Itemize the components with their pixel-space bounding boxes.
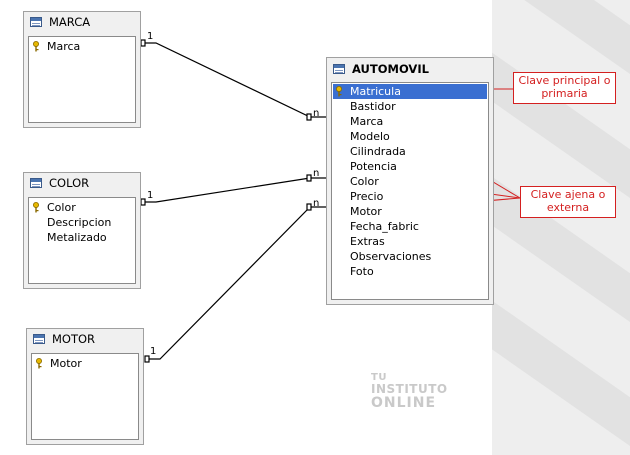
cardinality-motor: 1 — [150, 346, 157, 357]
table-marca-header[interactable]: MARCA — [24, 12, 140, 32]
field-marca-fk[interactable]: Marca — [350, 114, 383, 129]
key-icon — [33, 202, 39, 213]
table-motor-title: MOTOR — [52, 332, 96, 346]
table-automovil-header[interactable]: AUTOMOVIL — [327, 58, 493, 80]
key-icon — [33, 41, 39, 52]
field-foto[interactable]: Foto — [350, 264, 374, 279]
key-icon — [36, 358, 42, 369]
table-automovil-title: AUTOMOVIL — [352, 62, 429, 76]
table-color-title: COLOR — [49, 176, 90, 190]
field-bastidor[interactable]: Bastidor — [350, 99, 396, 114]
table-motor[interactable]: MOTOR Motor — [26, 328, 144, 445]
table-motor-fields[interactable]: Motor — [31, 353, 139, 440]
field-observaciones[interactable]: Observaciones — [350, 249, 431, 264]
table-motor-header[interactable]: MOTOR — [27, 329, 143, 349]
table-marca-fields[interactable]: Marca — [28, 36, 136, 123]
table-color-header[interactable]: COLOR — [24, 173, 140, 193]
table-automovil[interactable]: AUTOMOVIL Matricula Bastidor Marca Model… — [326, 57, 494, 305]
field-descripcion[interactable]: Descripcion — [47, 215, 111, 230]
cardinality-automovil-motor: n — [313, 198, 320, 209]
field-metalizado[interactable]: Metalizado — [47, 230, 107, 245]
field-fecha-fabric[interactable]: Fecha_fabric — [350, 219, 419, 234]
background-panel — [492, 0, 630, 455]
annotation-primary-key: Clave principal o primaria — [513, 72, 616, 104]
table-icon — [33, 334, 45, 344]
field-matricula[interactable]: Matricula — [334, 84, 401, 99]
field-motor-fk[interactable]: Motor — [350, 204, 382, 219]
field-color[interactable]: Color — [31, 200, 76, 215]
table-marca[interactable]: MARCA Marca — [23, 11, 141, 128]
table-icon — [30, 17, 42, 27]
cardinality-automovil-marca: n — [313, 108, 320, 119]
field-color-fk[interactable]: Color — [350, 174, 379, 189]
table-icon — [30, 178, 42, 188]
watermark-logo: TU INSTITUTO ONLINE — [371, 372, 448, 411]
field-extras[interactable]: Extras — [350, 234, 385, 249]
annotation-foreign-key: Clave ajena o externa — [520, 186, 616, 218]
table-automovil-fields[interactable]: Matricula Bastidor Marca Modelo Cilindra… — [331, 82, 489, 300]
field-modelo[interactable]: Modelo — [350, 129, 390, 144]
table-marca-title: MARCA — [49, 15, 91, 29]
field-cilindrada[interactable]: Cilindrada — [350, 144, 406, 159]
field-potencia[interactable]: Potencia — [350, 159, 397, 174]
cardinality-automovil-color: n — [313, 168, 320, 179]
table-icon — [333, 64, 345, 74]
field-marca[interactable]: Marca — [31, 39, 80, 54]
key-icon — [336, 86, 342, 97]
field-precio[interactable]: Precio — [350, 189, 383, 204]
field-motor[interactable]: Motor — [34, 356, 82, 371]
cardinality-marca: 1 — [147, 31, 154, 42]
cardinality-color: 1 — [147, 190, 154, 201]
table-color[interactable]: COLOR Color Descripcion Metalizado — [23, 172, 141, 289]
table-color-fields[interactable]: Color Descripcion Metalizado — [28, 197, 136, 284]
